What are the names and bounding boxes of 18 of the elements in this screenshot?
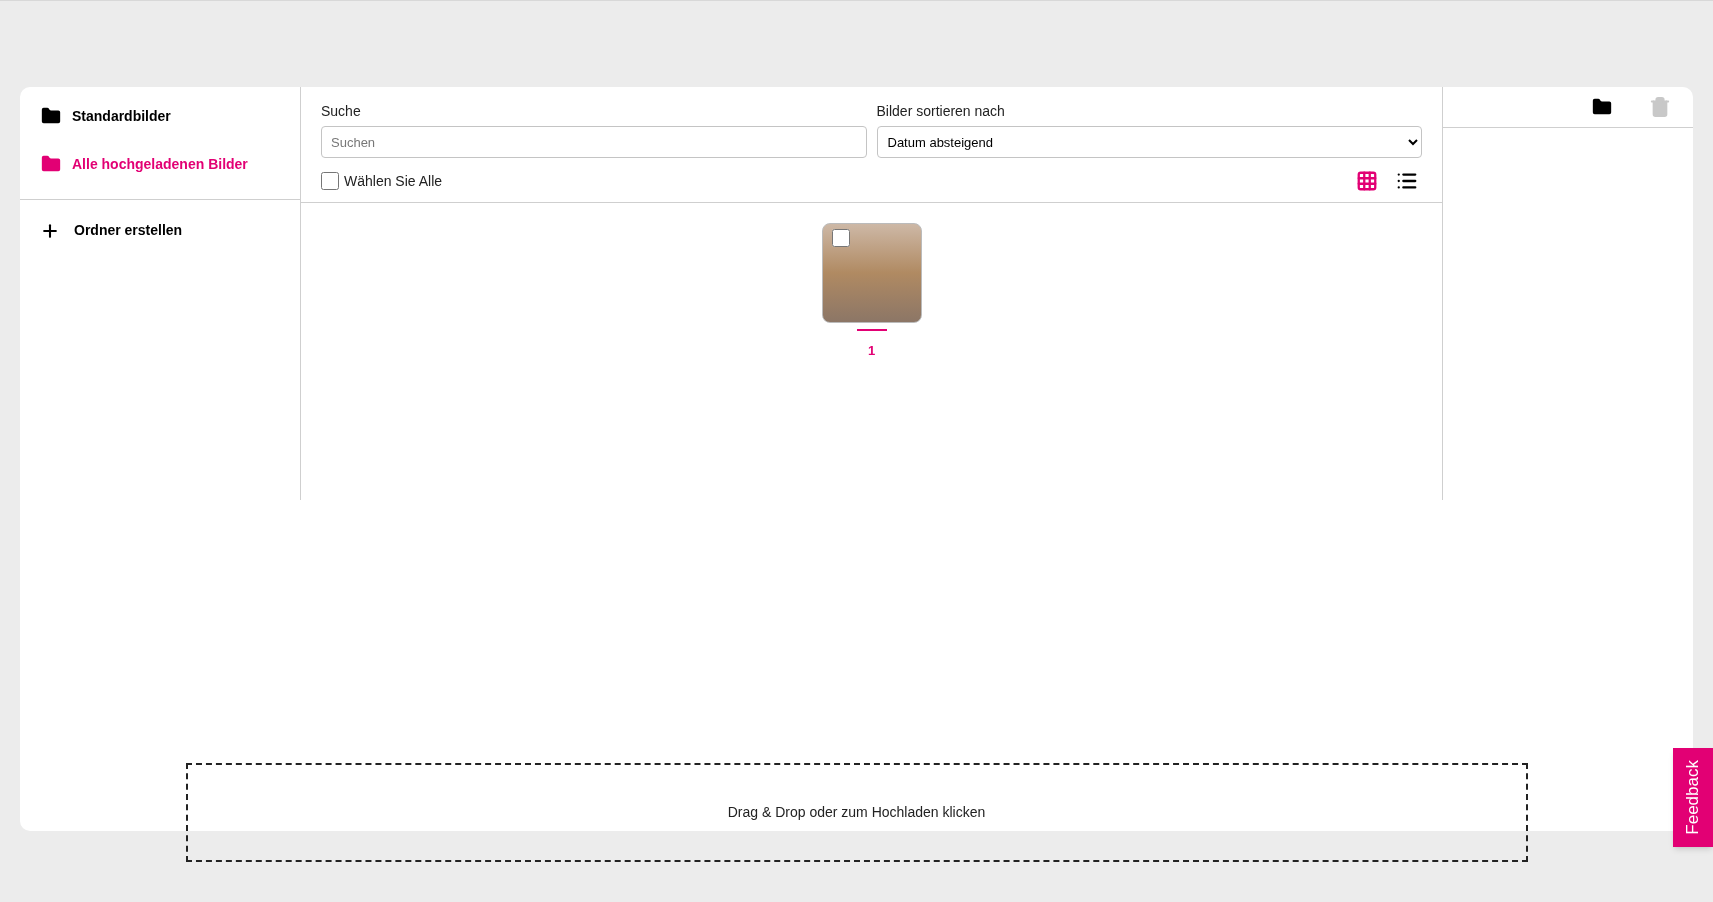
caption-underline	[856, 329, 887, 331]
feedback-tab[interactable]: Feedback	[1673, 748, 1713, 847]
sidebar-folder-item[interactable]: Alle hochgeladenen Bilder	[40, 153, 280, 175]
image-caption: 1	[867, 342, 876, 360]
select-all-checkbox[interactable]	[321, 172, 339, 190]
image-checkbox[interactable]	[831, 229, 850, 247]
dropzone-text: Drag & Drop oder zum Hochladen klicken	[727, 803, 986, 822]
upload-dropzone[interactable]: Drag & Drop oder zum Hochladen klicken	[185, 763, 1528, 862]
sidebar-folder-item[interactable]: Standardbilder	[40, 105, 280, 127]
photo-placeholder[interactable]	[821, 223, 922, 323]
search-label: Suche	[321, 102, 362, 121]
create-folder-button[interactable]: Ordner erstellen	[20, 200, 300, 241]
grid-view-button[interactable]	[1356, 170, 1378, 192]
sort-label: Bilder sortieren nach	[876, 102, 1006, 121]
sort-select[interactable]: Datum absteigend	[876, 126, 1422, 158]
list-view-button[interactable]	[1396, 170, 1418, 192]
select-all-label: Wählen Sie Alle	[344, 171, 443, 191]
search-field[interactable]: Suchen	[321, 126, 867, 158]
